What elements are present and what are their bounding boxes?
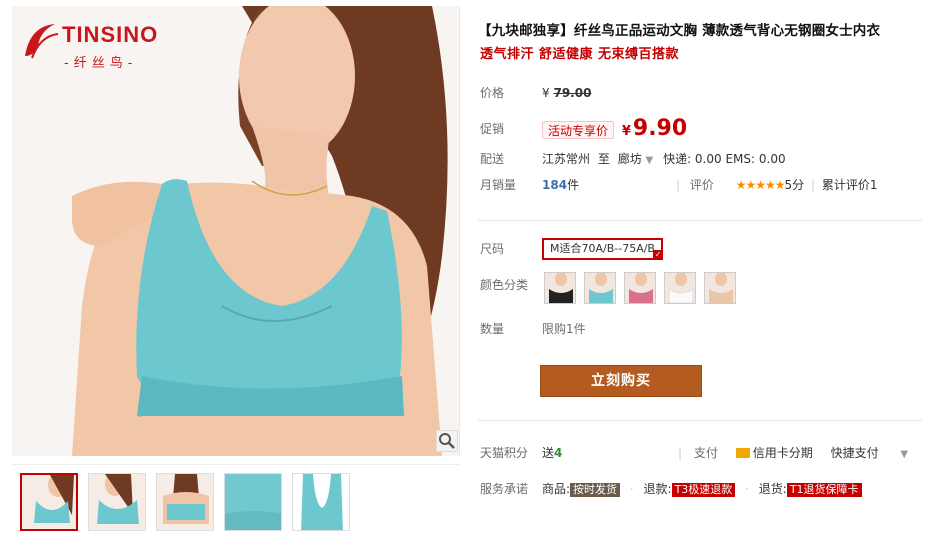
chevron-down-icon[interactable]: ▼ [900,449,908,460]
goods-tag[interactable]: 按时发货 [570,483,621,497]
brand-bird-icon [25,24,59,59]
main-product-image[interactable]: TINSINO -纤丝鸟- [12,6,460,456]
rating-group: | 评价 ★★★★★5分 | 累计评价1 [676,174,878,196]
color-label: 颜色分类 [480,278,529,292]
color-row: 颜色分类 [480,272,920,306]
quantity-row: 数量 限购1件 [480,318,920,340]
separator: · [629,482,634,496]
service-row: 服务承诺 商品: 按时发货 · 退款: T3极速退款 · 退货: T1退货保障卡 [480,478,920,500]
fast-pay[interactable]: 快捷支付 [831,446,879,460]
refund-tag[interactable]: T3极速退款 [671,483,736,497]
points-info: 送4 [542,442,562,464]
ship-to: 廊坊 [617,152,642,166]
sales-count: 184 [542,178,568,192]
promo-currency: ¥ [621,124,631,139]
rating-score: 5分 [784,178,805,192]
rating-label: 评价 [689,178,714,192]
ship-to-select[interactable]: 廊坊 ▼ [618,152,654,166]
return-tag[interactable]: T1退货保障卡 [786,483,862,497]
color-swatch-pink[interactable] [624,272,656,304]
thumbnail-3[interactable] [156,473,214,531]
refund-label: 退款: [643,482,672,496]
sales-row: 月销量 184件 | 评价 ★★★★★5分 | 累计评价1 [480,174,920,196]
divider [478,220,922,221]
color-swatch-white[interactable] [664,272,696,304]
brand-name-en: TINSINO [62,22,159,47]
product-info-panel: 【九块邮独享】纤丝鸟正品运动文胸 薄款透气背心无钢圈女士内衣 透气排汗 舒适健康… [472,10,922,525]
currency-symbol: ¥ [542,86,550,100]
separator: | [678,446,683,460]
promo-tag: 活动专享价 [542,121,615,139]
promo-row: 促销 活动专享价 ¥9.90 [480,116,920,142]
separator: | [676,178,681,192]
separator: · [745,482,749,496]
shipping-info: 江苏常州 至 廊坊 ▼ 快递: 0.00 EMS: 0.00 [542,148,786,172]
shipping-fees: 快递: 0.00 EMS: 0.00 [663,152,786,166]
quantity-limit: 限购1件 [542,322,586,336]
shipping-label: 配送 [480,152,505,166]
ship-from: 江苏常州 [542,152,591,166]
ship-to-word: 至 [597,152,610,166]
shipping-row: 配送 江苏常州 至 廊坊 ▼ 快递: 0.00 EMS: 0.00 [480,148,920,170]
thumbnail-strip [12,464,460,531]
sales-label: 月销量 [480,178,517,192]
points-value: 4 [554,446,563,460]
size-row: 尺码 M适合70A/B--75A/B ✓ [480,238,920,260]
goods-label: 商品: [542,482,571,496]
review-count-link[interactable]: 累计评价1 [822,178,878,192]
color-swatch-blue[interactable] [584,272,616,304]
thumbnail-4[interactable] [224,473,282,531]
sales-info: 184件 [542,174,579,196]
color-swatch-nude[interactable] [704,272,736,304]
service-label: 服务承诺 [480,482,529,496]
promo-price: ¥9.90 [618,116,687,141]
check-icon: ✓ [652,250,663,260]
sales-unit: 件 [567,178,580,192]
promo-label: 促销 [480,122,505,136]
price-label: 价格 [480,86,505,100]
chevron-down-icon: ▼ [645,155,654,166]
divider [478,420,922,421]
brand-name-cn: -纤丝鸟- [64,56,138,71]
product-title: 【九块邮独享】纤丝鸟正品运动文胸 薄款透气背心无钢圈女士内衣 [478,23,881,39]
size-option-label: M适合70A/B--75A/B [550,242,655,255]
color-swatch-black[interactable] [544,272,576,304]
points-send-word: 送 [542,446,555,460]
size-option-selected[interactable]: M适合70A/B--75A/B ✓ [542,238,663,260]
thumbnail-1[interactable] [20,473,78,531]
return-label: 退货: [758,482,787,496]
credit-installment-label: 信用卡分期 [752,446,813,460]
points-label: 天猫积分 [480,446,529,460]
zoom-icon[interactable] [436,430,458,452]
thumbnail-5[interactable] [292,473,350,531]
original-price-value: 79.00 [553,86,592,100]
service-info: 商品: 按时发货 · 退款: T3极速退款 · 退货: T1退货保障卡 [542,478,862,500]
buy-now-button[interactable]: 立刻购买 [540,365,702,397]
separator: | [810,178,816,192]
promo-price-group: 活动专享价 ¥9.90 [542,116,687,145]
product-gallery: TINSINO -纤丝鸟- [12,6,460,531]
payment-group: | 支付 信用卡分期 快捷支付 ▼ [678,442,908,466]
points-row: 天猫积分 送4 | 支付 信用卡分期 快捷支付 ▼ [480,442,920,464]
payment-label: 支付 [693,446,718,460]
thumbnail-2[interactable] [88,473,146,531]
credit-installment[interactable]: 信用卡分期 [735,446,813,460]
price-row: 价格 ¥ 79.00 [480,82,920,104]
star-rating-icon: ★★★★★ [735,178,786,192]
quantity-label: 数量 [480,322,505,336]
original-price: ¥ 79.00 [542,82,591,104]
size-label: 尺码 [480,242,505,256]
promo-price-value: 9.90 [632,116,688,141]
brand-logo: TINSINO -纤丝鸟- [20,16,170,76]
product-subtitle: 透气排汗 舒适健康 无束缚百搭款 [480,47,680,62]
credit-card-icon [735,448,750,458]
